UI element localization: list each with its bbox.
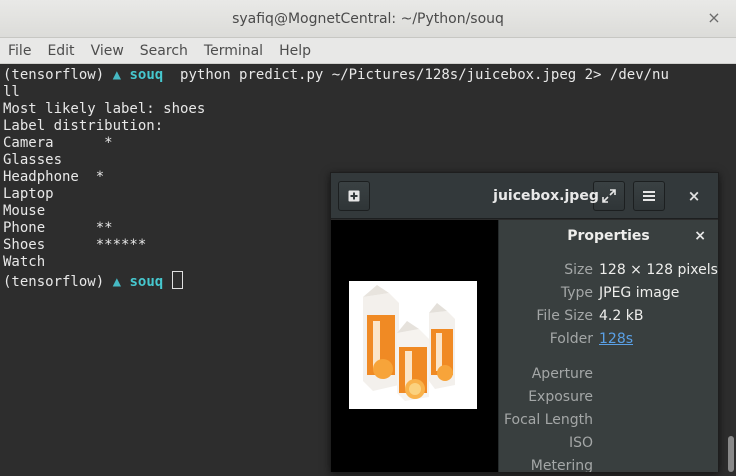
menu-icon [643,191,655,201]
output-line: Headphone * [3,169,105,185]
property-value: JPEG image [599,285,680,301]
menu-terminal[interactable]: Terminal [204,43,263,59]
output-line: Glasses [3,152,63,168]
exif-row: Metering [499,458,718,472]
property-row: Folder 128s [499,331,718,351]
add-icon [348,190,360,202]
menu-help[interactable]: Help [279,43,311,59]
window-title: syafiq@MognetCentral: ~/Python/souq [232,11,504,27]
folder-link[interactable]: 128s [599,331,633,347]
menu-search[interactable]: Search [140,43,188,59]
menu-file[interactable]: File [8,43,31,59]
prompt-env: (tensorflow) [3,274,105,290]
command-line: (tensorflow) ▲ souq python predict.py ~/… [3,67,669,84]
menu-edit[interactable]: Edit [47,43,74,59]
prompt-dir: souq [129,274,164,290]
exif-row: ISO [499,435,718,455]
exif-label: Focal Length [503,412,593,428]
output-line: Label distribution: [3,118,164,134]
exif-row: Focal Length [499,412,718,432]
menu-view[interactable]: View [91,43,124,59]
prompt-line: (tensorflow) ▲ souq [3,271,183,290]
prompt-arrow-icon: ▲ [112,274,122,290]
exif-row: Aperture [499,366,718,386]
output-line: Watch [3,254,46,270]
exif-label: ISO [568,435,593,451]
prompt-arrow-icon: ▲ [112,67,122,83]
window-close-button[interactable]: × [704,8,724,28]
viewer-close-button[interactable]: × [684,185,704,207]
property-row: Size 128 × 128 pixels [499,262,718,282]
output-line: Phone ** [3,220,113,236]
viewer-header: juicebox.jpeg × [331,173,718,219]
property-label: Type [560,285,593,301]
command-wrap: ll [3,84,20,100]
menubar: File Edit View Search Terminal Help [0,38,736,64]
image-canvas[interactable] [331,220,498,472]
properties-close-button[interactable]: × [694,228,706,244]
exif-label: Exposure [528,389,593,405]
output-line: Most likely label: shoes [3,101,206,117]
property-value: 128 × 128 pixels [599,262,718,278]
exif-label: Aperture [531,366,593,382]
terminal-scrollbar[interactable] [728,436,734,472]
properties-heading: Properties [567,228,650,244]
viewer-title: juicebox.jpeg [493,188,599,204]
juicebox-image [349,281,477,409]
exif-label: Metering [530,458,593,472]
property-label: Folder [549,331,593,347]
property-row: File Size 4.2 kB [499,308,718,328]
add-button[interactable] [338,181,370,211]
prompt-dir: souq [129,67,164,83]
properties-panel: Properties × Size 128 × 128 pixels Type … [498,220,718,472]
property-row: Type JPEG image [499,285,718,305]
exif-row: Exposure [499,389,718,409]
command-text: python predict.py ~/Pictures/128s/juiceb… [180,67,669,83]
output-line: Mouse [3,203,46,219]
terminal-titlebar: syafiq@MognetCentral: ~/Python/souq × [0,0,736,38]
image-viewer-window: juicebox.jpeg × Properties × Size 128 × … [330,172,719,472]
output-line: Shoes ****** [3,237,147,253]
output-line: Camera * [3,135,113,151]
property-value: 4.2 kB [599,308,644,324]
property-label: Size [564,262,593,278]
cursor [171,271,183,289]
property-label: File Size [536,308,593,324]
prompt-env: (tensorflow) [3,67,105,83]
output-line: Laptop [3,186,54,202]
